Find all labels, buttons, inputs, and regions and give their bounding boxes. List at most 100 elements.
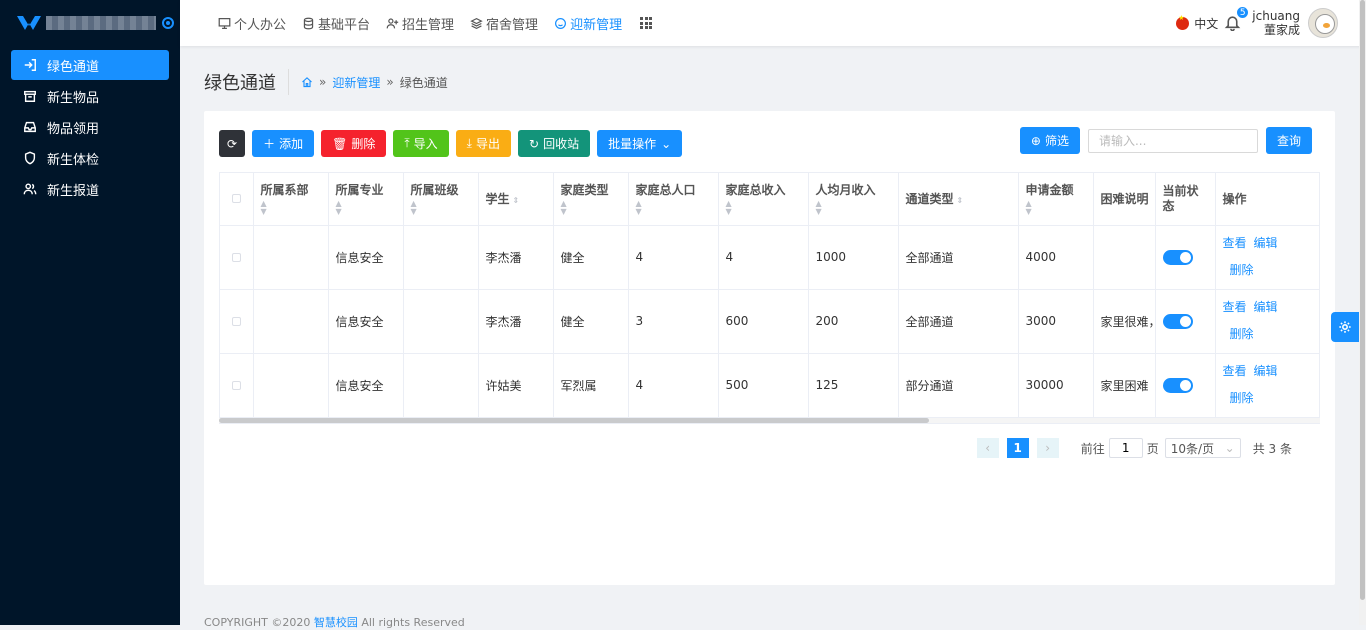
col-label: 当前状态 (1162, 183, 1199, 213)
edit-link[interactable]: 编辑 (1254, 364, 1278, 378)
home-icon[interactable] (301, 76, 313, 88)
nav-dormitory[interactable]: 宿舍管理 (470, 14, 538, 33)
avatar[interactable] (1308, 8, 1338, 38)
recycle-label: 回收站 (543, 137, 580, 151)
col-header[interactable]: 学生 ⇕ (478, 173, 554, 226)
sort-icon[interactable]: ▲ ▼ (336, 200, 396, 216)
nav-personal-office[interactable]: 个人办公 (218, 14, 286, 33)
page-header: 绿色通道 » 迎新管理 » 绿色通道 (204, 60, 448, 104)
delete-button[interactable]: 🗑 删除 (321, 130, 387, 157)
apps-grid-icon[interactable] (640, 17, 653, 29)
cell-amount: 30000 (1018, 353, 1094, 418)
sort-icon[interactable]: ⇕ (513, 196, 520, 205)
app-logo[interactable] (0, 0, 180, 46)
nav-welcome[interactable]: 迎新管理 (554, 14, 622, 33)
cell-class (403, 225, 479, 290)
delete-link[interactable]: 删除 (1223, 385, 1306, 412)
sort-icon[interactable]: ▲ ▼ (816, 200, 891, 216)
goto-page-input[interactable] (1108, 438, 1143, 458)
status-toggle[interactable] (1162, 249, 1193, 265)
nav-enrollment[interactable]: 招生管理 (386, 14, 454, 33)
sort-icon[interactable]: ▲ ▼ (561, 200, 621, 216)
next-page-button[interactable]: › (1036, 438, 1059, 458)
delete-link[interactable]: 删除 (1223, 257, 1306, 284)
recycle-bin-button[interactable]: ↻ 回收站 (518, 130, 591, 157)
row-checkbox[interactable] (231, 380, 241, 390)
username: jchuang (1252, 9, 1300, 23)
col-header[interactable]: 所属班级 ▲ ▼ (403, 173, 479, 226)
sort-icon[interactable]: ▲ ▼ (726, 200, 801, 216)
col-header[interactable]: 家庭总人口 ▲ ▼ (628, 173, 719, 226)
col-header[interactable]: 家庭总收入 ▲ ▼ (718, 173, 809, 226)
col-header[interactable]: 家庭类型 ▲ ▼ (553, 173, 629, 226)
sidebar-item-green-channel[interactable]: 绿色通道 (11, 50, 169, 80)
sort-icon[interactable]: ▲ ▼ (1026, 200, 1086, 216)
export-button[interactable]: ⤓ 导出 (455, 130, 511, 157)
row-checkbox[interactable] (231, 316, 241, 326)
sidebar-item-item-use[interactable]: 物品领用 (11, 112, 169, 142)
sort-icon[interactable]: ⇕ (957, 196, 964, 205)
settings-float-button[interactable] (1331, 312, 1359, 342)
batch-ops-button[interactable]: 批量操作 ⌄ (597, 130, 683, 157)
table-hscrollbar-thumb[interactable] (219, 418, 929, 423)
row-select-cell[interactable] (220, 289, 254, 354)
notification-bell[interactable]: 5 (1224, 6, 1250, 32)
sidebar-item-new-items[interactable]: 新生物品 (11, 81, 169, 111)
language-switch[interactable]: 中文 (1194, 15, 1218, 32)
collapse-toggle-icon[interactable] (162, 17, 174, 29)
user-info[interactable]: jchuang 董家成 (1252, 9, 1300, 37)
row-select-cell[interactable] (220, 353, 254, 418)
shield-icon (24, 151, 36, 165)
china-flag-icon[interactable] (1176, 14, 1190, 30)
download-icon: ⤓ (466, 136, 472, 150)
page-scrollbar-thumb[interactable] (1360, 0, 1365, 600)
table-row[interactable]: 信息安全 许姑美 军烈属 4 500 125 部分通道 30000 家里困难 查… (220, 353, 1319, 418)
edit-link[interactable]: 编辑 (1254, 300, 1278, 314)
sort-icon[interactable]: ▲ ▼ (411, 200, 471, 216)
view-link[interactable]: 查看 (1223, 236, 1247, 250)
refresh-button[interactable]: ⟳ (219, 130, 246, 157)
nav-base-platform[interactable]: 基础平台 (302, 14, 370, 33)
edit-link[interactable]: 编辑 (1254, 236, 1278, 250)
import-button[interactable]: ⤒ 导入 (393, 130, 449, 157)
select-all-cell[interactable] (220, 173, 254, 226)
page-scrollbar[interactable] (1359, 0, 1366, 625)
box-icon (24, 90, 36, 102)
status-toggle[interactable] (1162, 377, 1193, 393)
page-goto: 前往 页 (1081, 438, 1159, 458)
breadcrumb-parent[interactable]: 迎新管理 (332, 74, 380, 91)
query-button[interactable]: 查询 (1265, 127, 1312, 154)
cell-income: 4 (718, 225, 809, 290)
table-row[interactable]: 信息安全 李杰潘 健全 3 600 200 全部通道 3000 家里很难， 查看… (220, 289, 1319, 354)
col-header[interactable]: 通道类型 ⇕ (898, 173, 1019, 226)
cell-monthly: 200 (808, 289, 899, 354)
cell-class (403, 353, 479, 418)
view-link[interactable]: 查看 (1223, 364, 1247, 378)
delete-link[interactable]: 删除 (1223, 321, 1306, 348)
view-link[interactable]: 查看 (1223, 300, 1247, 314)
table-row[interactable]: 信息安全 李杰潘 健全 4 4 1000 全部通道 4000 查看 编辑 删除 (220, 225, 1319, 290)
sort-icon[interactable]: ▲ ▼ (261, 200, 321, 216)
sidebar-item-registration[interactable]: 新生报道 (11, 174, 169, 204)
col-header[interactable]: 人均月收入 ▲ ▼ (808, 173, 899, 226)
row-select-cell[interactable] (220, 225, 254, 290)
breadcrumb-separator: » (319, 75, 327, 89)
sidebar-item-health-check[interactable]: 新生体检 (11, 143, 169, 173)
filter-button[interactable]: ⊕ 筛选 (1019, 127, 1080, 154)
status-toggle[interactable] (1162, 313, 1193, 329)
prev-page-button[interactable]: ‹ (976, 438, 999, 458)
col-header[interactable]: 所属系部 ▲ ▼ (253, 173, 329, 226)
footer-link[interactable]: 智慧校园 (314, 616, 358, 629)
page-size-select[interactable]: 10条/页 ⌄ (1164, 438, 1241, 458)
col-header[interactable]: 所属专业 ▲ ▼ (328, 173, 404, 226)
sort-icon[interactable]: ▲ ▼ (636, 200, 711, 216)
select-all-checkbox[interactable] (231, 194, 241, 204)
col-header[interactable]: 申请金额 ▲ ▼ (1018, 173, 1094, 226)
page-number-current[interactable]: 1 (1006, 438, 1029, 458)
table-hscrollbar[interactable] (219, 418, 1320, 423)
row-checkbox[interactable] (231, 252, 241, 262)
sidebar-item-label: 物品领用 (47, 121, 100, 137)
search-input[interactable] (1087, 128, 1258, 153)
add-button[interactable]: ＋添加 (252, 130, 315, 157)
cell-ops: 查看 编辑 删除 (1215, 353, 1319, 418)
